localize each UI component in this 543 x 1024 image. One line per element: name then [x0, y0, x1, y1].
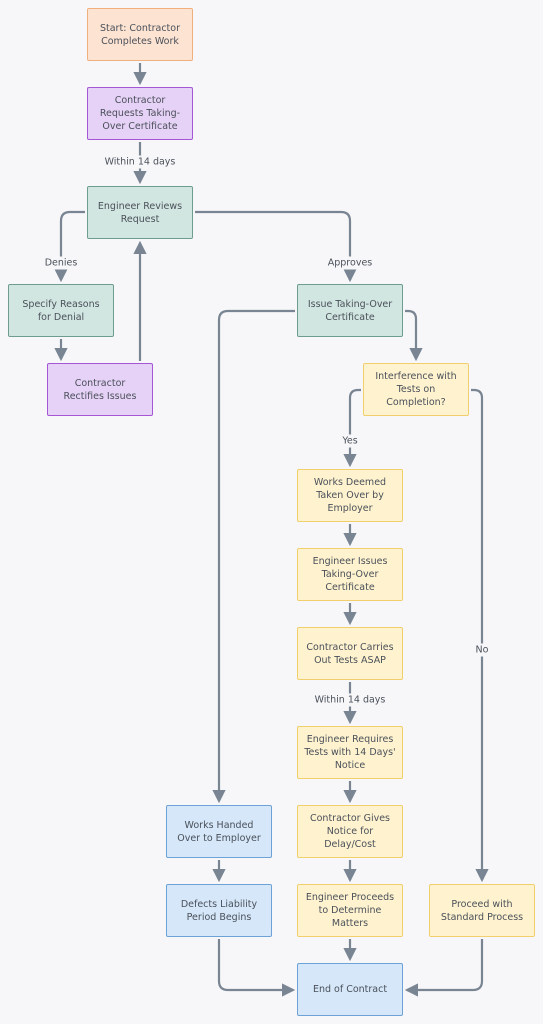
- node-proceeds: Engineer Proceeds to Determine Matters: [297, 884, 403, 937]
- node-end: End of Contract: [297, 963, 403, 1016]
- edge-interference-deemed: [343, 388, 361, 468]
- edge-interference-standard: [471, 388, 489, 883]
- node-engineer-issues: Engineer Issues Taking-Over Certificate: [297, 548, 403, 601]
- edge-defects-end: [217, 939, 296, 997]
- edge-label-yes: Yes: [340, 434, 360, 448]
- node-defects: Defects Liability Period Begins: [166, 884, 272, 937]
- node-interference: Interference with Tests on Completion?: [363, 363, 469, 416]
- node-start: Start: Contractor Completes Work: [87, 8, 193, 61]
- node-specify: Specify Reasons for Denial: [8, 284, 114, 337]
- edge-label-within-14-days-tests: Within 14 days: [312, 693, 388, 707]
- edge-label-within-14-days: Within 14 days: [102, 155, 178, 169]
- node-request: Contractor Requests Taking-Over Certific…: [87, 87, 193, 140]
- node-standard: Proceed with Standard Process: [429, 884, 535, 937]
- flowchart-canvas: Within 14 days Denies Approves Yes No Wi…: [0, 0, 543, 1024]
- node-rectify: Contractor Rectifies Issues: [47, 363, 153, 416]
- node-gives: Contractor Gives Notice for Delay/Cost: [297, 805, 403, 858]
- edge-review-specify: [54, 210, 85, 283]
- edge-issue-interference: [405, 309, 423, 362]
- node-issue: Issue Taking-Over Certificate: [297, 284, 403, 337]
- edge-issue-handed: [212, 309, 295, 804]
- edge-label-no: No: [473, 643, 491, 657]
- node-requires: Engineer Requires Tests with 14 Days' No…: [297, 726, 403, 779]
- node-review: Engineer Reviews Request: [87, 186, 193, 239]
- node-carries: Contractor Carries Out Tests ASAP: [297, 627, 403, 680]
- edge-label-denies: Denies: [42, 256, 80, 270]
- edge-standard-end: [404, 939, 484, 997]
- edges-layer: [54, 63, 489, 997]
- node-handed: Works Handed Over to Employer: [166, 805, 272, 858]
- node-deemed: Works Deemed Taken Over by Employer: [297, 469, 403, 522]
- edge-review-issue: [195, 210, 357, 283]
- edge-label-approves: Approves: [325, 256, 375, 270]
